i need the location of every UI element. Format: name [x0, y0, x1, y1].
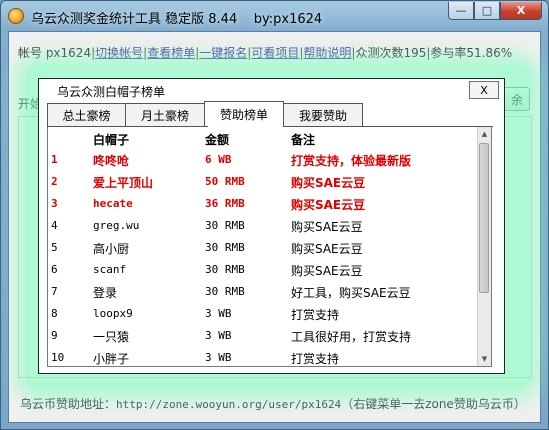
row-note: 打赏支持，体验最新版 [291, 154, 412, 168]
scroll-down-icon[interactable]: ▼ [478, 352, 491, 366]
row-name: 小胖子 [93, 352, 130, 366]
sponsor-label: 乌云币赞助地址： [20, 397, 117, 411]
row-name: 爱上平顶山 [93, 176, 154, 190]
row-rank: 4 [51, 219, 58, 232]
bottom-sponsor-line: 乌云币赞助地址：http://zone.wooyun.org/user/px16… [20, 395, 526, 412]
row-note: 打赏支持 [291, 352, 340, 366]
switch-account-link[interactable]: 切换帐号 [95, 46, 143, 60]
row-rank: 1 [51, 153, 58, 166]
test-count: 众测次数195 [355, 46, 427, 60]
row-rank: 2 [51, 175, 58, 188]
sponsor-hint: （右键菜单一去zone赞助乌云币） [341, 397, 526, 411]
column-header-amount: 金额 [205, 133, 230, 147]
viewable-projects-link[interactable]: 可看项目 [251, 46, 299, 60]
sponsor-table: 白帽子 金额 备注 1 咚咚呛 6 WB 打赏支持，体验最新版 2 爱上平顶山 50 RMB… [47, 127, 492, 367]
tab-strip: 总土豪榜 月土豪榜 赞助榜单 我要赞助 [47, 101, 363, 127]
row-amount: 30 RMB [205, 241, 245, 254]
row-name: 一只猿 [93, 330, 130, 344]
tab-sponsor-list[interactable]: 赞助榜单 [204, 101, 284, 127]
view-ranking-link[interactable]: 查看榜单 [147, 46, 195, 60]
row-rank: 3 [51, 197, 58, 210]
top-status-bar: 帐号 px1624|切换帐号|查看榜单|一键报名|可看项目|帮助说明|众测次数1… [18, 44, 512, 61]
row-amount: 6 WB [205, 153, 232, 166]
row-amount: 3 WB [205, 351, 232, 364]
table-row[interactable]: 10 小胖子 3 WB 打赏支持 [48, 347, 478, 366]
scroll-up-icon[interactable]: ▲ [478, 127, 491, 141]
column-header-name: 白帽子 [93, 133, 130, 147]
account-label: 帐号 px1624 [18, 46, 92, 60]
row-amount: 30 RMB [205, 219, 245, 232]
close-button[interactable]: X [500, 2, 542, 20]
minimize-button[interactable]: — [448, 2, 474, 20]
help-link[interactable]: 帮助说明 [303, 46, 351, 60]
table-row[interactable]: 6 scanf 30 RMB 购买SAE云豆 [48, 259, 478, 281]
table-row[interactable]: 7 登录 30 RMB 好工具，购买SAE云豆 [48, 281, 478, 303]
dialog-title: 乌云众测白帽子榜单 [57, 85, 166, 99]
maximize-button[interactable]: □ [474, 2, 500, 20]
sponsor-url[interactable]: http://zone.wooyun.org/user/px1624 [116, 398, 341, 411]
vertical-scrollbar[interactable]: ▲ ▼ [477, 127, 491, 366]
row-name: 高小厨 [93, 242, 130, 256]
tab-sponsor-me[interactable]: 我要赞助 [283, 103, 363, 127]
row-amount: 36 RMB [205, 197, 245, 210]
row-note: 打赏支持 [291, 308, 340, 322]
window-controls: — □ X [448, 2, 542, 20]
row-rank: 8 [51, 307, 58, 320]
row-amount: 3 WB [205, 307, 232, 320]
table-row[interactable]: 9 一只猿 3 WB 工具很好用，打赏支持 [48, 325, 478, 347]
tab-monthly-rich-list[interactable]: 月土豪榜 [125, 103, 205, 127]
row-name: hecate [93, 197, 133, 210]
row-rank: 5 [51, 241, 58, 254]
row-rank: 7 [51, 285, 58, 298]
row-amount: 3 WB [205, 329, 232, 342]
row-name: loopx9 [93, 307, 133, 320]
dialog-close-button[interactable]: X [469, 81, 499, 99]
row-note: 购买SAE云豆 [291, 264, 363, 278]
one-click-signup-link[interactable]: 一键报名 [199, 46, 247, 60]
title-bar[interactable]: 乌云众测奖金统计工具 稳定版 8.44 by:px1624 — □ X [1, 1, 548, 31]
table-row[interactable]: 4 greg.wu 30 RMB 购买SAE云豆 [48, 215, 478, 237]
row-note: 购买SAE云豆 [291, 242, 363, 256]
row-name: 咚咚呛 [93, 154, 130, 168]
ranking-dialog: 乌云众测白帽子榜单 X 总土豪榜 月土豪榜 赞助榜单 我要赞助 白帽子 金额 备… [38, 78, 505, 374]
table-row[interactable]: 1 咚咚呛 6 WB 打赏支持，体验最新版 [48, 149, 478, 171]
table-header: 白帽子 金额 备注 [48, 127, 478, 149]
table-row[interactable]: 8 loopx9 3 WB 打赏支持 [48, 303, 478, 325]
table-row[interactable]: 2 爱上平顶山 50 RMB 购买SAE云豆 [48, 171, 478, 193]
row-note: 好工具，购买SAE云豆 [291, 286, 411, 300]
scroll-thumb[interactable] [479, 143, 489, 293]
row-note: 购买SAE云豆 [291, 176, 366, 190]
app-coin-icon [8, 8, 24, 24]
window-title: 乌云众测奖金统计工具 稳定版 8.44 by:px1624 [31, 12, 323, 27]
column-header-note: 备注 [291, 133, 316, 147]
tab-total-rich-list[interactable]: 总土豪榜 [47, 103, 126, 127]
row-rank: 9 [51, 329, 58, 342]
row-name: scanf [93, 263, 127, 276]
row-amount: 50 RMB [205, 175, 245, 188]
row-amount: 30 RMB [205, 263, 245, 276]
participation-rate: 参与率51.86% [430, 46, 513, 60]
row-note: 购买SAE云豆 [291, 198, 366, 212]
table-row[interactable]: 5 高小厨 30 RMB 购买SAE云豆 [48, 237, 478, 259]
table-row[interactable]: 3 hecate 36 RMB 购买SAE云豆 [48, 193, 478, 215]
row-amount: 30 RMB [205, 285, 245, 298]
row-rank: 10 [51, 351, 65, 364]
row-note: 工具很好用，打赏支持 [291, 330, 412, 344]
dialog-title-bar[interactable]: 乌云众测白帽子榜单 X [39, 79, 504, 102]
row-name: greg.wu [93, 219, 140, 232]
row-name: 登录 [93, 286, 118, 300]
row-note: 购买SAE云豆 [291, 220, 363, 234]
row-rank: 6 [51, 263, 58, 276]
